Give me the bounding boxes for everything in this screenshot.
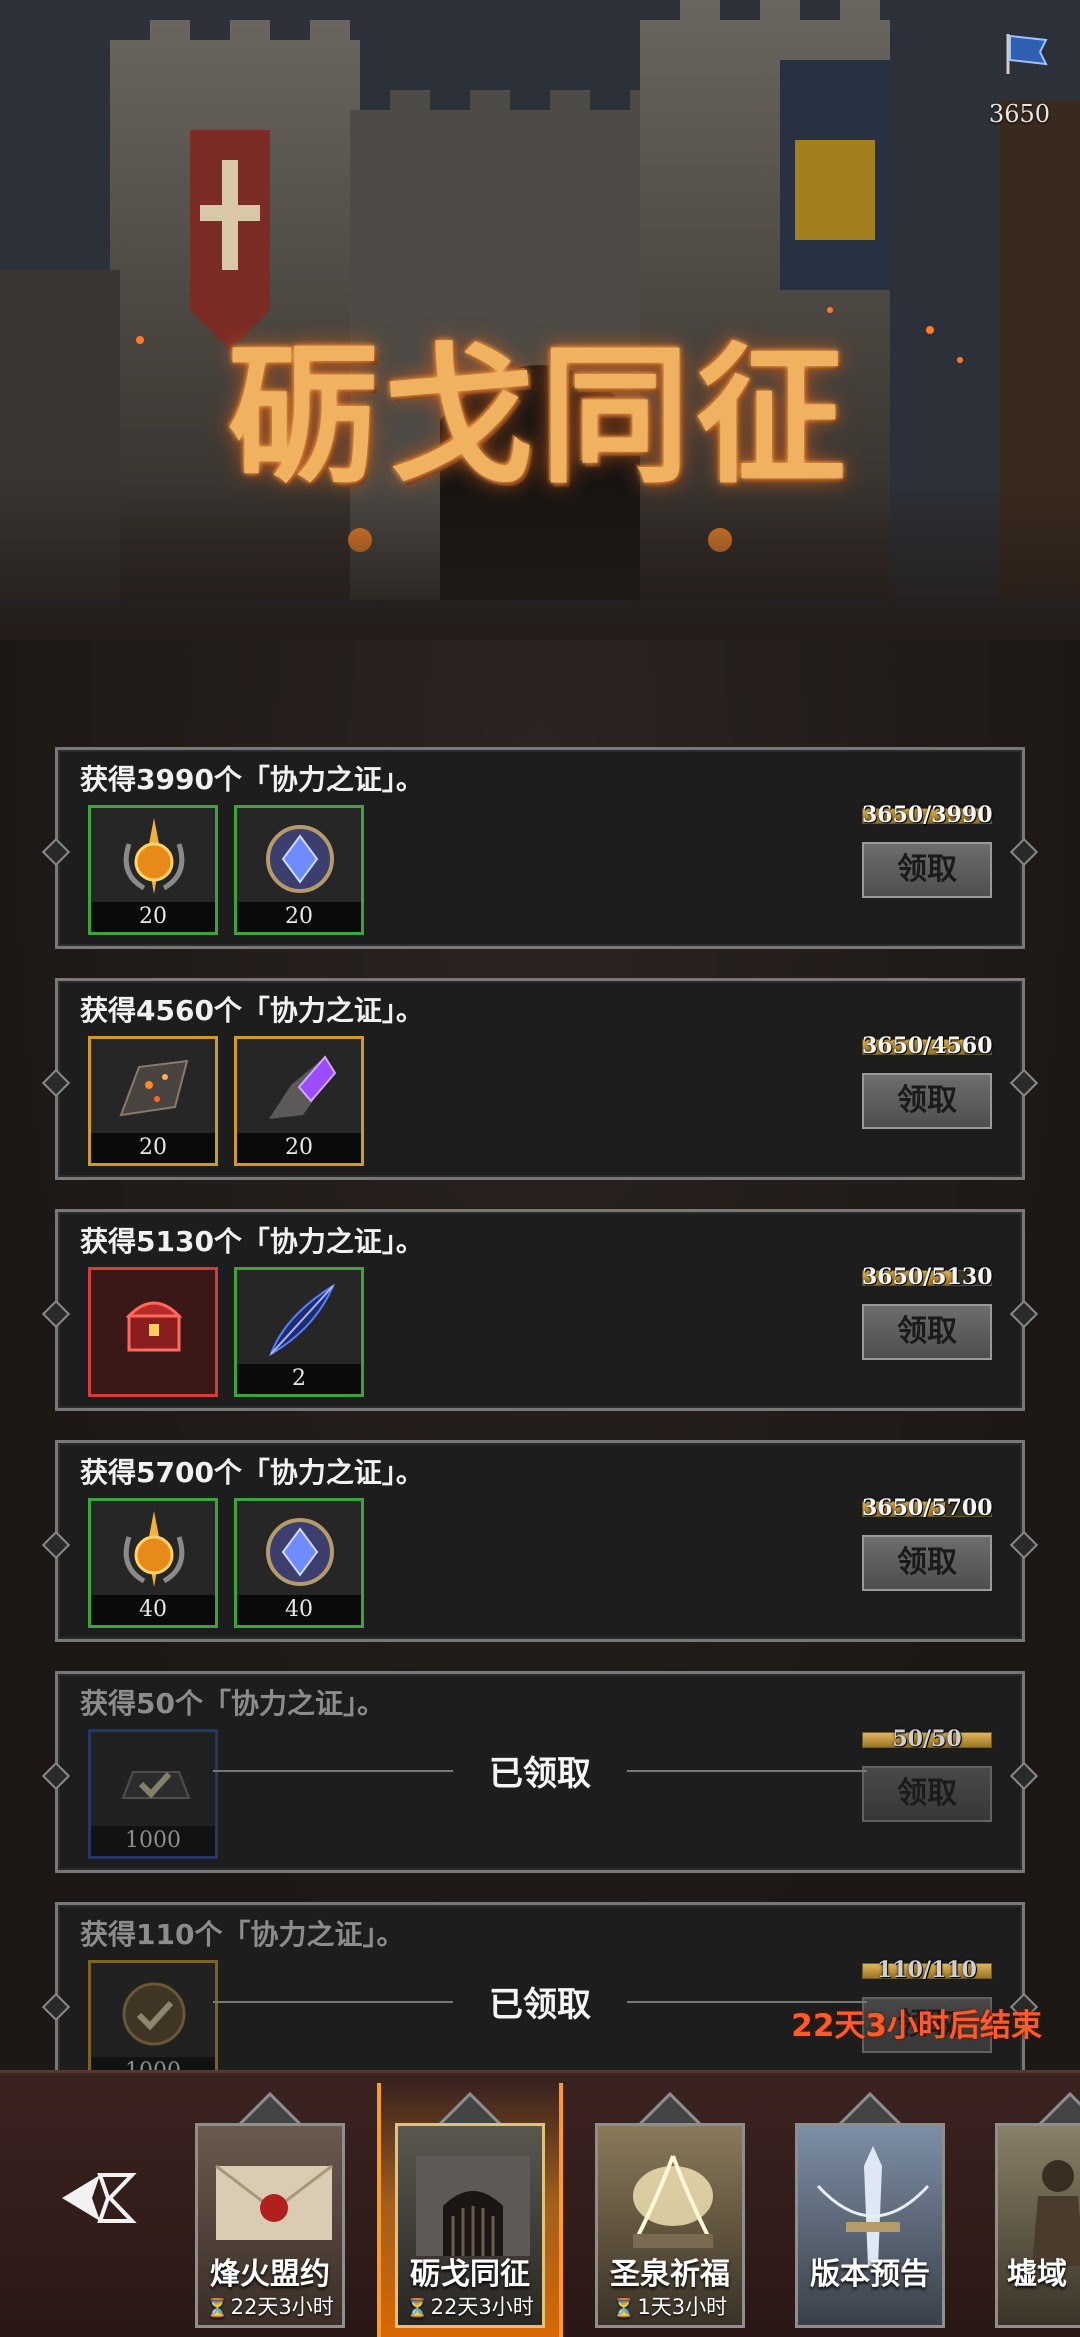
claim-button[interactable]: 领取	[862, 842, 992, 898]
tab-timer: ⏳1天3小时	[612, 2295, 728, 2319]
progress-text: 3650/5130	[862, 1264, 993, 1290]
claimed-indicator: 已领取	[213, 1754, 867, 1794]
reward-qty: 1000	[91, 1826, 215, 1856]
progress-text: 3650/3990	[862, 802, 993, 828]
sword-icon	[816, 2146, 930, 2266]
reward-item[interactable]: 1000	[88, 1729, 218, 1859]
blue-gem-emblem-icon	[266, 1518, 334, 1586]
progress-text: 50/50	[892, 1726, 962, 1752]
reward-list: 40 40	[88, 1498, 364, 1628]
claim-button[interactable]: 领取	[862, 1535, 992, 1591]
reward-item[interactable]: 40	[234, 1498, 364, 1628]
tab-ruin-realm[interactable]: 墟域	[995, 2091, 1080, 2337]
tab-label: 墟域	[1007, 2257, 1067, 2292]
reward-list: 2	[88, 1267, 364, 1397]
blue-gem-emblem-icon	[266, 825, 334, 893]
event-banner: 砺戈同征 3650	[0, 0, 1080, 640]
progress-text: 3650/5700	[862, 1495, 993, 1521]
tab-timer: ⏳22天3小时	[206, 2295, 334, 2319]
tab-label: 圣泉祈福	[610, 2257, 730, 2292]
claimed-indicator: 已领取	[213, 1985, 867, 2025]
tab-timer: ⏳22天3小时	[406, 2295, 534, 2319]
ember-ore-icon	[119, 1059, 189, 1117]
claim-button[interactable]: 领取	[862, 1073, 992, 1129]
hourglass-icon: ⏳	[406, 2298, 429, 2319]
bottom-nav: 烽火盟约 ⏳22天3小时 砺戈同征 ⏳22天3小时 圣泉祈福 ⏳1天3小时 版本…	[0, 2070, 1080, 2337]
golden-sword-emblem-icon	[123, 818, 185, 894]
hourglass-icon: ⏳	[612, 2298, 636, 2319]
reward-list: 20 20	[88, 805, 364, 935]
claimed-label: 已领取	[489, 1754, 591, 1794]
task-card-claimed: 获得50个「协力之证」。 1000 50/50 领取 已领取	[55, 1671, 1025, 1873]
task-card: 获得4560个「协力之证」。 20 20 3650/4560 领取	[55, 978, 1025, 1180]
tab-whetstone-expedition[interactable]: 砺戈同征 ⏳22天3小时	[377, 2083, 563, 2337]
reward-qty: 20	[237, 902, 361, 932]
golden-sword-emblem-icon	[123, 1511, 185, 1587]
tab-beacon-alliance[interactable]: 烽火盟约 ⏳22天3小时	[195, 2091, 345, 2337]
task-card: 获得3990个「协力之证」。 20 20 3650/3990 领取	[55, 747, 1025, 949]
task-card: 获得5130个「协力之证」。 2 3650/5130 领取	[55, 1209, 1025, 1411]
reward-qty: 20	[91, 902, 215, 932]
reward-qty: 20	[237, 1133, 361, 1163]
tab-holy-spring-blessing[interactable]: 圣泉祈福 ⏳1天3小时	[595, 2091, 745, 2337]
progress-text: 110/110	[877, 1957, 977, 1983]
reward-qty: 40	[237, 1595, 361, 1625]
reward-item[interactable]: 40	[88, 1498, 218, 1628]
task-title: 获得4560个「协力之证」。	[80, 994, 424, 1027]
reward-item[interactable]: 2	[234, 1267, 364, 1397]
progress-text: 3650/4560	[862, 1033, 993, 1059]
claim-button[interactable]: 领取	[862, 1304, 992, 1360]
task-card: 获得5700个「协力之证」。 40 40 3650/5700 领取	[55, 1440, 1025, 1642]
tab-label: 砺戈同征	[410, 2257, 530, 2292]
reward-item[interactable]: 20	[88, 805, 218, 935]
reward-list: 1000	[88, 1729, 218, 1859]
tab-version-preview[interactable]: 版本预告	[795, 2091, 945, 2337]
blue-feather-icon	[269, 1283, 336, 1357]
tab-label: 烽火盟约	[210, 2257, 330, 2292]
task-title: 获得5700个「协力之证」。	[80, 1456, 424, 1489]
event-title: 砺戈同征	[227, 328, 852, 504]
claim-button: 领取	[862, 1766, 992, 1822]
reward-qty: 2	[237, 1364, 361, 1394]
warrior-icon	[1032, 2160, 1080, 2266]
task-title: 获得5130个「协力之证」。	[80, 1225, 424, 1258]
currency-count: 3650	[988, 100, 1050, 128]
gold-coin-icon	[122, 1982, 186, 2046]
reward-qty: 20	[91, 1133, 215, 1163]
hourglass-icon: ⏳	[206, 2298, 229, 2319]
reward-qty: 40	[91, 1595, 215, 1625]
reward-item[interactable]: 20	[234, 805, 364, 935]
reward-item[interactable]	[88, 1267, 218, 1397]
red-chest-icon	[125, 1301, 183, 1352]
reward-item[interactable]: 20	[234, 1036, 364, 1166]
flag-icon	[1006, 34, 1048, 74]
event-timer: 22天3小时后结束	[791, 2008, 1042, 2044]
back-arrow-icon[interactable]	[52, 2153, 142, 2243]
reward-list: 20 20	[88, 1036, 364, 1166]
purple-crystal-icon	[269, 1055, 337, 1119]
claimed-label: 已领取	[489, 1985, 591, 2025]
reward-item[interactable]: 20	[88, 1036, 218, 1166]
task-title: 获得3990个「协力之证」。	[80, 763, 424, 796]
task-title: 获得110个「协力之证」。	[80, 1918, 405, 1951]
silver-ingot-icon	[121, 1771, 191, 1799]
task-title: 获得50个「协力之证」。	[80, 1687, 385, 1720]
tab-label: 版本预告	[810, 2257, 930, 2292]
